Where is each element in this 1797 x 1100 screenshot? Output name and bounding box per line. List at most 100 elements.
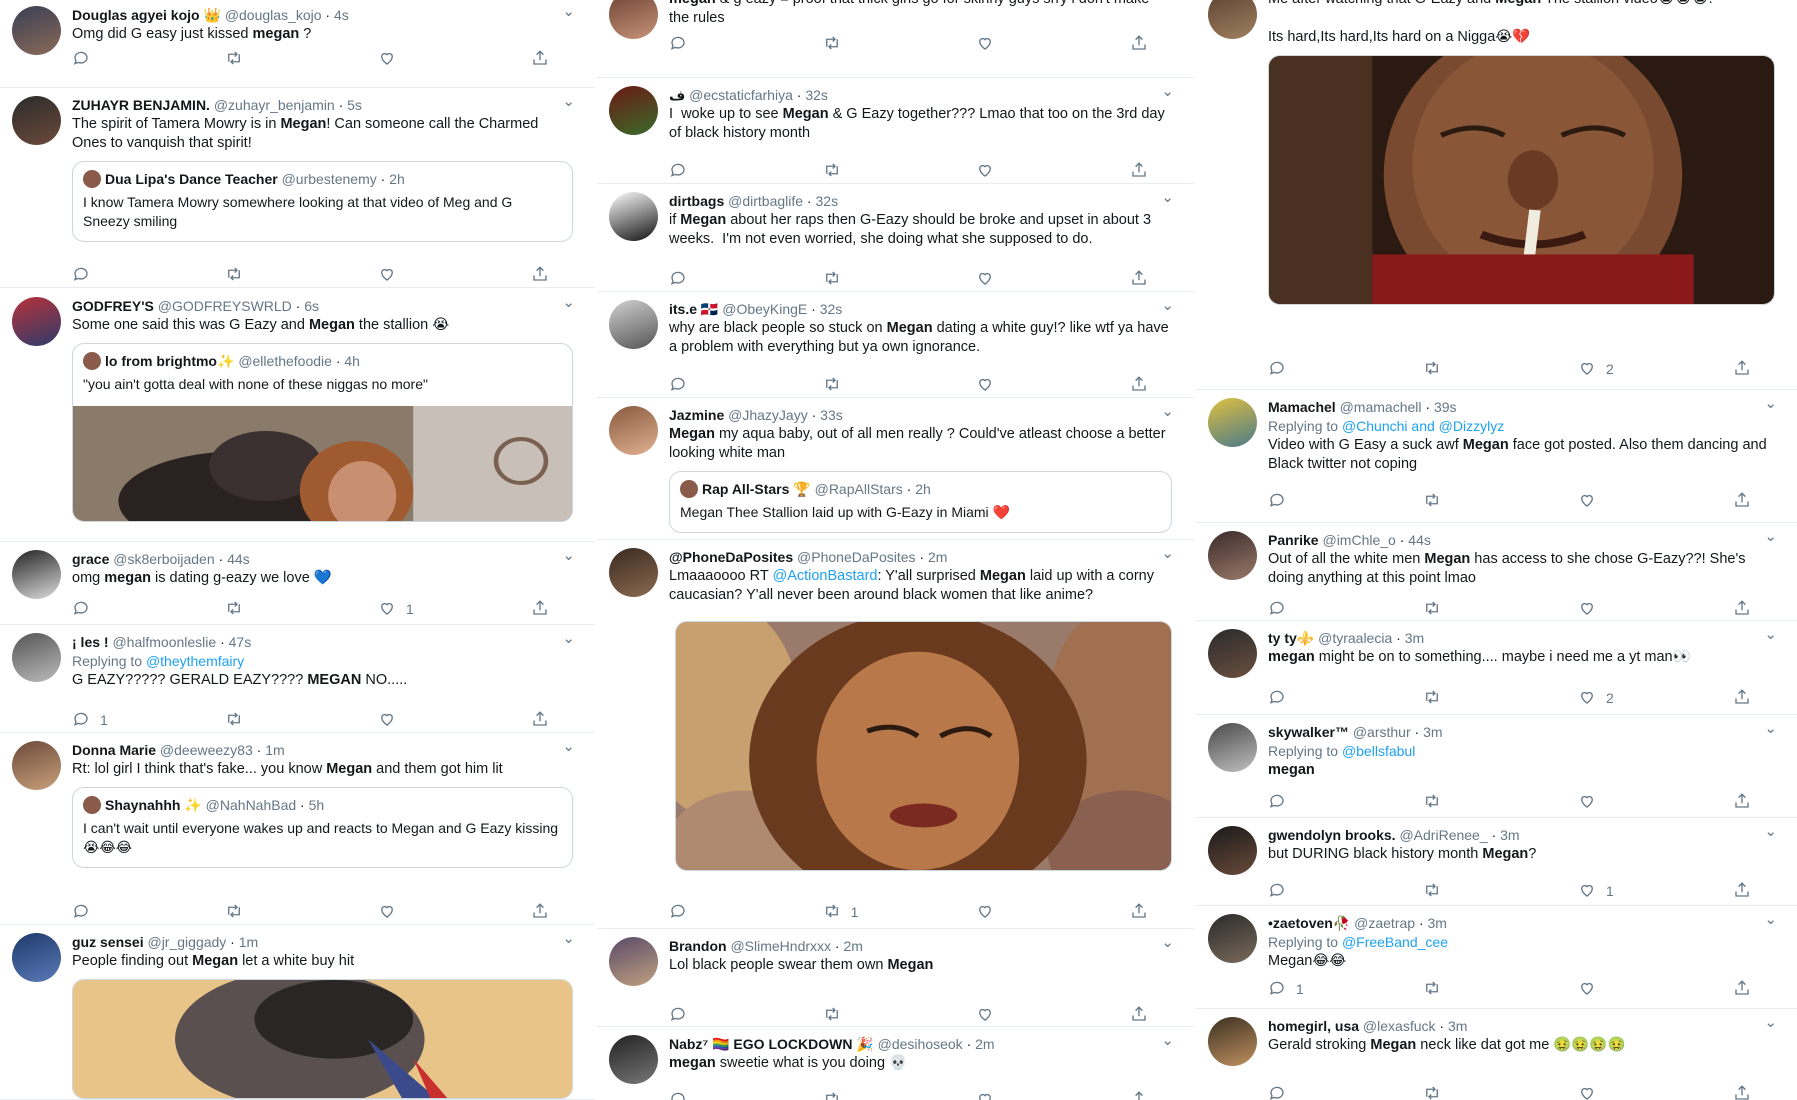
tweet[interactable]: ⌄ Douglas agyei kojo 👑 @douglas_kojo · 4s… [0, 0, 595, 88]
avatar[interactable] [609, 937, 658, 986]
share-button[interactable] [1733, 880, 1757, 902]
retweet-button[interactable] [1423, 490, 1543, 512]
like-button[interactable] [976, 160, 1096, 182]
like-button[interactable] [378, 901, 498, 923]
tweet-media-wendy[interactable] [675, 621, 1172, 871]
tweet-time[interactable]: 3m [1423, 724, 1442, 740]
retweet-button[interactable]: 1 [823, 901, 943, 923]
author-handle[interactable]: @deeweezy83 [160, 742, 253, 758]
author-name[interactable]: Donna Marie [72, 742, 156, 758]
avatar[interactable] [12, 550, 61, 599]
like-button[interactable] [976, 901, 1096, 923]
like-button[interactable] [378, 709, 498, 731]
share-button[interactable] [1130, 901, 1154, 923]
retweet-button[interactable] [225, 598, 345, 620]
retweet-button[interactable] [225, 48, 345, 70]
author-handle[interactable]: @lexasfuck [1363, 1018, 1436, 1034]
author-name[interactable]: dirtbags [669, 193, 724, 209]
like-button[interactable]: 2 [1578, 687, 1698, 709]
reply-button[interactable] [1268, 598, 1388, 620]
tweet[interactable]: ⌄ @PhoneDaPosites @PhoneDaPosites · 2m Lma… [597, 540, 1194, 929]
tweet[interactable]: ⌄ Nabz⁷ 🏳️‍🌈 EGO LOCKDOWN 🎉 @desihoseok ·… [597, 1027, 1194, 1100]
author-handle[interactable]: @tyraalecia [1318, 630, 1392, 646]
avatar[interactable] [1208, 723, 1257, 772]
retweet-button[interactable] [1423, 598, 1543, 620]
author-name[interactable]: •zaetoven🥀 [1268, 915, 1350, 931]
tweet-time[interactable]: 33s [820, 407, 843, 423]
like-button[interactable] [378, 264, 498, 286]
tweet[interactable]: ⌄ gwendolyn brooks. @AdriRenee_ · 3m but D… [1196, 818, 1797, 906]
reply-button[interactable] [669, 374, 789, 396]
author-handle[interactable]: @arsthur [1353, 724, 1411, 740]
reply-button[interactable] [669, 33, 789, 55]
author-handle[interactable]: @ObeyKingE [722, 301, 807, 317]
tweet-time[interactable]: 3m [1428, 915, 1447, 931]
author-handle[interactable]: @JhazyJayy [728, 407, 808, 423]
quoted-tweet[interactable]: Shaynahhh ✨ @NahNahBad · 5h I can't wait … [72, 787, 573, 868]
author-handle[interactable]: @zaetrap [1354, 915, 1415, 931]
reply-button[interactable] [669, 901, 789, 923]
tweet-time[interactable]: 3m [1405, 630, 1424, 646]
quoted-tweet[interactable]: Rap All-Stars 🏆 @RapAllStars · 2h Megan T… [669, 471, 1172, 533]
reply-button[interactable] [669, 268, 789, 290]
reply-button[interactable] [72, 598, 192, 620]
author-name[interactable]: ف [669, 87, 685, 103]
like-button[interactable] [976, 1089, 1096, 1100]
author-handle[interactable]: @dirtbaglife [728, 193, 803, 209]
avatar[interactable] [12, 6, 61, 55]
share-button[interactable] [1733, 598, 1757, 620]
author-handle[interactable]: @sk8erboijaden [113, 551, 214, 567]
author-name[interactable]: Panrike [1268, 532, 1319, 548]
tweet[interactable]: ⌄ homegirl, usa @lexasfuck · 3m Gerald str… [1196, 1009, 1797, 1100]
reply-button[interactable] [669, 1089, 789, 1100]
like-button[interactable] [1578, 978, 1698, 1000]
tweet-time[interactable]: 32s [816, 193, 839, 209]
tweet-media-anime[interactable] [72, 979, 573, 1099]
reply-button[interactable] [1268, 490, 1388, 512]
tweet[interactable]: ⌄ ZUHAYR BENJAMIN. @zuhayr_benjamin · 5s T… [0, 88, 595, 288]
like-button[interactable]: 1 [1578, 880, 1698, 902]
reply-button[interactable] [1268, 880, 1388, 902]
tweet[interactable]: ⌄ •zaetoven🥀 @zaetrap · 3m Replying to @Fr… [1196, 906, 1797, 1009]
author-name[interactable]: guz sensei [72, 934, 144, 950]
avatar[interactable] [12, 933, 61, 982]
retweet-button[interactable] [1423, 978, 1543, 1000]
share-button[interactable] [531, 598, 555, 620]
tweet[interactable]: ⌄ Panrike @imChle_o · 44s Out of all the w… [1196, 523, 1797, 621]
author-name[interactable]: gwendolyn brooks. [1268, 827, 1396, 843]
like-button[interactable] [976, 33, 1096, 55]
retweet-button[interactable] [225, 901, 345, 923]
avatar[interactable] [609, 192, 658, 241]
retweet-button[interactable] [225, 264, 345, 286]
avatar[interactable] [609, 0, 658, 39]
avatar[interactable] [1208, 0, 1257, 39]
reply-button[interactable] [1268, 358, 1388, 380]
reply-to-link[interactable]: @theythemfairy [146, 653, 244, 669]
tweet-time[interactable]: 32s [805, 87, 828, 103]
reply-button[interactable]: 1 [72, 709, 192, 731]
tweet-time[interactable]: 1m [265, 742, 284, 758]
author-name[interactable]: Douglas agyei kojo 👑 [72, 7, 221, 23]
reply-button[interactable] [72, 264, 192, 286]
tweet-time[interactable]: 2m [928, 549, 947, 565]
avatar[interactable] [609, 548, 658, 597]
author-name[interactable]: Brandon [669, 938, 727, 954]
share-button[interactable] [531, 901, 555, 923]
share-button[interactable] [1130, 1089, 1154, 1100]
retweet-button[interactable] [823, 160, 943, 182]
author-handle[interactable]: @halfmoonleslie [112, 634, 216, 650]
avatar[interactable] [609, 1035, 658, 1084]
like-button[interactable] [1578, 791, 1698, 813]
author-name[interactable]: Nabz⁷ 🏳️‍🌈 EGO LOCKDOWN 🎉 [669, 1036, 874, 1052]
avatar[interactable] [1208, 826, 1257, 875]
avatar[interactable] [609, 300, 658, 349]
tweet-time[interactable]: 2m [975, 1036, 994, 1052]
tweet-time[interactable]: 3m [1500, 827, 1519, 843]
reply-to-link[interactable]: @Chunchi and @Dizzylyz [1342, 418, 1504, 434]
tweet-time[interactable]: 4s [334, 7, 349, 23]
tweet[interactable]: ⌄ ¡ les ! @halfmoonleslie · 47s Replying t… [0, 625, 595, 733]
tweet[interactable]: ⌄ skywalker™ @arsthur · 3m Replying to @be… [1196, 715, 1797, 818]
like-button[interactable] [1578, 1083, 1698, 1100]
share-button[interactable] [1733, 978, 1757, 1000]
share-button[interactable] [531, 264, 555, 286]
